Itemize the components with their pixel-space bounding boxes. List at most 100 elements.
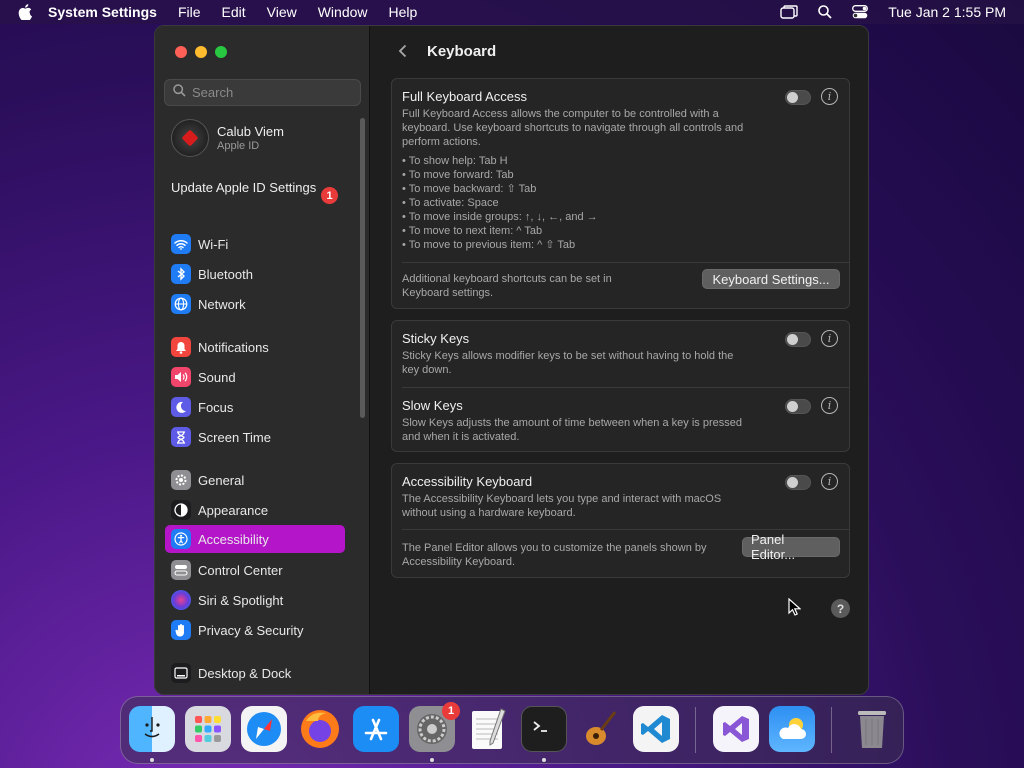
- sidebar-item-label: Desktop & Dock: [198, 665, 292, 681]
- garageband-icon[interactable]: [577, 706, 623, 752]
- sidebar-item-sound[interactable]: Sound: [165, 363, 345, 391]
- menu-file[interactable]: File: [178, 4, 201, 20]
- divider: [402, 262, 849, 263]
- close-button[interactable]: [175, 46, 187, 58]
- menu-edit[interactable]: Edit: [222, 4, 246, 20]
- shortcut-bullet: • To activate: Space: [402, 197, 499, 209]
- sidebar-item-label: Screen Time: [198, 429, 271, 445]
- sidebar-item-wifi[interactable]: Wi-Fi: [165, 230, 345, 258]
- sidebar-item-network[interactable]: Network: [165, 290, 345, 318]
- apple-menu-icon[interactable]: [18, 4, 34, 20]
- divider: [402, 387, 849, 388]
- account-name: Calub Viem: [217, 124, 284, 139]
- sidebar-scrollbar[interactable]: [360, 118, 365, 418]
- safari-icon[interactable]: [241, 706, 287, 752]
- menu-clock[interactable]: Tue Jan 2 1:55 PM: [888, 4, 1006, 20]
- sidebar-item-control-center[interactable]: Control Center: [165, 556, 345, 584]
- full-keyboard-access-toggle[interactable]: [785, 90, 811, 105]
- gear-icon: [171, 470, 191, 490]
- sidebar-item-screen-time[interactable]: Screen Time: [165, 423, 345, 451]
- sidebar-item-label: General: [198, 472, 245, 488]
- siri-icon: [171, 590, 191, 610]
- zoom-button[interactable]: [215, 46, 227, 58]
- sidebar: Calub Viem Apple ID Update Apple ID Sett…: [155, 26, 370, 694]
- slow-keys-title: Slow Keys: [402, 398, 463, 413]
- slow-keys-description-1: Slow Keys adjusts the amount of time bet…: [402, 417, 742, 429]
- sidebar-item-label: Network: [198, 296, 246, 312]
- panel-editor-button[interactable]: Panel Editor...: [742, 532, 840, 562]
- app-store-icon[interactable]: [353, 706, 399, 752]
- shortcut-bullet: • To move backward: ⇧ Tab: [402, 183, 537, 195]
- terminal-icon[interactable]: [521, 706, 567, 752]
- update-apple-id-settings[interactable]: Update Apple ID Settings: [171, 180, 341, 196]
- sidebar-item-notifications[interactable]: Notifications: [165, 333, 345, 361]
- dock: 1: [120, 696, 904, 764]
- visual-studio-icon[interactable]: [713, 706, 759, 752]
- bell-icon: [171, 337, 191, 357]
- sticky-keys-title: Sticky Keys: [402, 331, 470, 346]
- mouse-cursor-icon: [788, 597, 802, 621]
- back-chevron-icon[interactable]: [391, 40, 413, 62]
- finder-icon[interactable]: [129, 706, 175, 752]
- additional-shortcuts-text-1: Additional keyboard shortcuts can be set…: [402, 273, 612, 285]
- menu-window[interactable]: Window: [318, 4, 368, 20]
- additional-shortcuts-text-2: Keyboard settings.: [402, 287, 494, 299]
- sidebar-item-general[interactable]: General: [165, 466, 345, 494]
- avatar: [171, 119, 209, 157]
- sticky-keys-description-1: Sticky Keys allows modifier keys to be s…: [402, 350, 734, 362]
- sticky-keys-description-2: key down.: [402, 364, 452, 376]
- sidebar-item-bluetooth[interactable]: Bluetooth: [165, 260, 345, 288]
- help-button[interactable]: ?: [831, 599, 850, 618]
- slow-keys-toggle[interactable]: [785, 399, 811, 414]
- control-center-icon[interactable]: [852, 5, 869, 19]
- accessibility-keyboard-group: Accessibility Keyboard The Accessibility…: [391, 463, 850, 578]
- menu-help[interactable]: Help: [389, 4, 418, 20]
- wifi-icon: [171, 234, 191, 254]
- apple-id-account[interactable]: Calub Viem Apple ID: [171, 119, 284, 157]
- accessibility-keyboard-info-icon[interactable]: i: [821, 473, 838, 490]
- accessibility-keyboard-toggle[interactable]: [785, 475, 811, 490]
- sidebar-item-label: Control Center: [198, 562, 283, 578]
- sidebar-item-desktop-dock[interactable]: Desktop & Dock: [165, 659, 345, 687]
- shortcut-bullet: • To move inside groups: ↑, ↓, ←, and →: [402, 211, 598, 223]
- main-content: Keyboard Full Keyboard Access Full Keybo…: [371, 26, 868, 694]
- running-indicator: [542, 758, 546, 762]
- accessibility-keyboard-description-2: without using a hardware keyboard.: [402, 507, 576, 519]
- update-badge: 1: [321, 187, 338, 204]
- slow-keys-info-icon[interactable]: i: [821, 397, 838, 414]
- sticky-keys-info-icon[interactable]: i: [821, 330, 838, 347]
- full-keyboard-access-info-icon[interactable]: i: [821, 88, 838, 105]
- launchpad-icon[interactable]: [185, 706, 231, 752]
- menu-view[interactable]: View: [267, 4, 297, 20]
- search-field[interactable]: [164, 79, 361, 106]
- menu-bar: System Settings File Edit View Window He…: [0, 0, 1024, 24]
- firefox-icon[interactable]: [297, 706, 343, 752]
- system-settings-window: Calub Viem Apple ID Update Apple ID Sett…: [154, 25, 869, 695]
- full-keyboard-access-description-3: perform actions.: [402, 136, 481, 148]
- running-indicator: [150, 758, 154, 762]
- sidebar-item-privacy-security[interactable]: Privacy & Security: [165, 616, 345, 644]
- search-input[interactable]: [192, 85, 352, 100]
- minimize-button[interactable]: [195, 46, 207, 58]
- textedit-icon[interactable]: [465, 706, 511, 752]
- sidebar-item-appearance[interactable]: Appearance: [165, 496, 345, 524]
- sticky-slow-keys-group: Sticky Keys Sticky Keys allows modifier …: [391, 320, 850, 452]
- accessibility-keyboard-title: Accessibility Keyboard: [402, 474, 533, 489]
- weather-icon[interactable]: [769, 706, 815, 752]
- keyboard-settings-button[interactable]: Keyboard Settings...: [702, 269, 840, 289]
- sticky-keys-toggle[interactable]: [785, 332, 811, 347]
- account-subtitle: Apple ID: [217, 140, 260, 152]
- divider: [402, 529, 849, 530]
- dock-icon: [171, 663, 191, 683]
- trash-icon[interactable]: [849, 706, 895, 752]
- spotlight-search-icon[interactable]: [818, 5, 832, 19]
- running-indicator: [430, 758, 434, 762]
- window-switcher-icon[interactable]: [780, 5, 798, 19]
- sidebar-item-siri-spotlight[interactable]: Siri & Spotlight: [165, 586, 345, 614]
- hourglass-icon: [171, 427, 191, 447]
- menu-app-name[interactable]: System Settings: [48, 4, 157, 20]
- slow-keys-description-2: and when it is activated.: [402, 431, 520, 443]
- sidebar-item-focus[interactable]: Focus: [165, 393, 345, 421]
- sidebar-item-accessibility[interactable]: Accessibility: [165, 525, 345, 553]
- vscode-icon[interactable]: [633, 706, 679, 752]
